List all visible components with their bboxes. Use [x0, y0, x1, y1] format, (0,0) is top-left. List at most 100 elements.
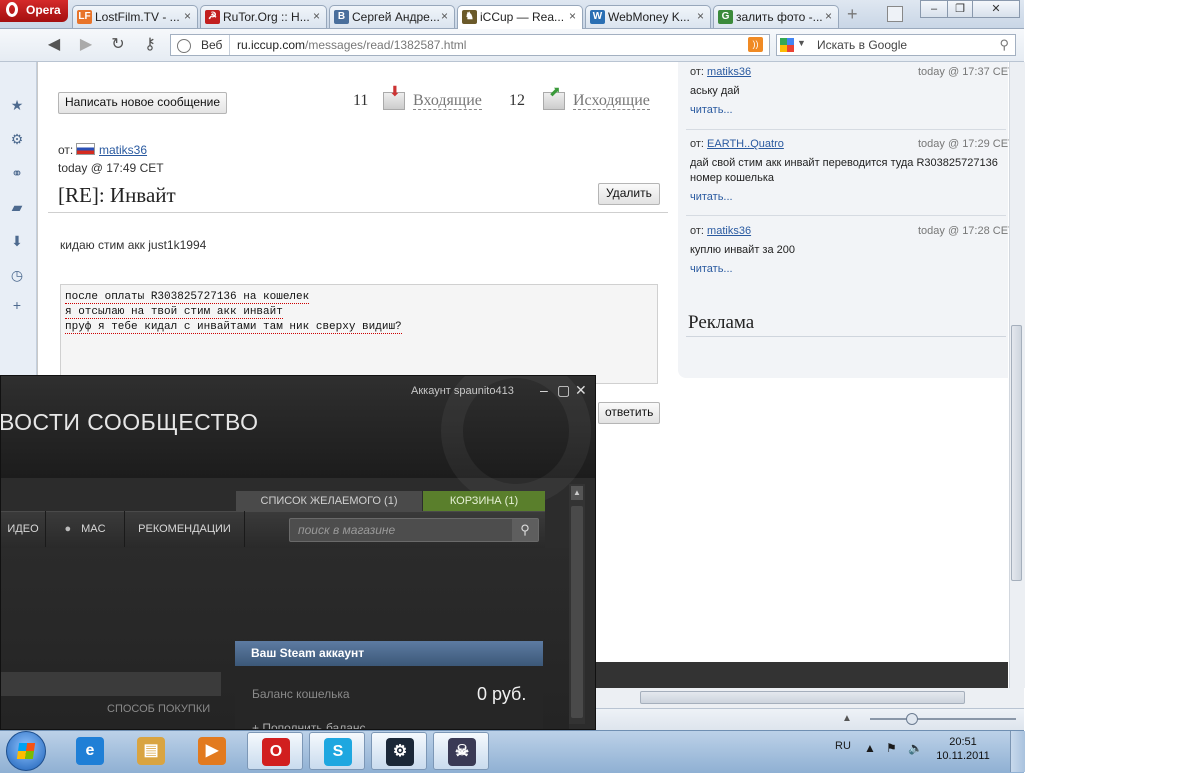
horizontal-scroll-thumb[interactable] — [640, 691, 965, 704]
browser-tab[interactable]: LF LostFilm.TV - ... × — [72, 5, 198, 28]
delete-button[interactable]: Удалить — [598, 183, 660, 205]
notes-icon[interactable]: ▰ — [9, 199, 25, 215]
browser-tab[interactable]: W WebMoney K... × — [585, 5, 711, 28]
tab-close-icon[interactable]: × — [569, 9, 576, 23]
outbox-link[interactable]: Исходящие — [573, 93, 650, 110]
steam-search-input[interactable]: поиск в магазине ⚲ — [289, 518, 539, 542]
taskbar-steam-button[interactable]: ⚙ — [371, 732, 427, 770]
new-tab-plus-icon[interactable]: + — [847, 5, 865, 24]
page-footer-strip — [596, 662, 1008, 688]
tab-close-icon[interactable]: × — [697, 9, 704, 23]
tab-close-icon[interactable]: × — [825, 9, 832, 23]
view-toggle-up-icon[interactable]: ▲ — [842, 713, 852, 724]
vertical-scroll-thumb[interactable] — [1011, 325, 1022, 581]
rss-feed-icon[interactable]: )) — [748, 37, 763, 52]
steam-main-nav[interactable]: ВОСТИ СООБЩЕСТВО — [1, 409, 259, 436]
browser-tab[interactable]: ♞ iCCup — Rea... × — [457, 5, 583, 29]
taskbar-internet-explorer-button[interactable]: e — [62, 732, 118, 770]
reload-icon[interactable]: ↻ — [108, 36, 128, 54]
new-message-button[interactable]: Написать новое сообщение — [58, 92, 228, 114]
address-bar[interactable]: Веб ru.iccup.com/messages/read/1382587.h… — [170, 34, 770, 56]
reply-button[interactable]: ответить — [598, 402, 661, 424]
zoom-slider-track[interactable] — [870, 718, 1016, 720]
add-panel-plus-icon[interactable]: + — [9, 297, 25, 313]
steam-wishlist-button[interactable]: СПИСОК ЖЕЛАЕМОГО (1) — [236, 491, 422, 511]
search-field[interactable]: ▼ Искать в Google ⚲ — [776, 34, 1016, 56]
steam-close-button[interactable]: ✕ — [575, 382, 587, 399]
thread-user-link[interactable]: matiks36 — [707, 225, 751, 237]
steam-scrollbar[interactable]: ▲ — [569, 484, 585, 724]
taskbar-opera-button[interactable]: O — [247, 732, 303, 770]
steam-icon: ⚙ — [386, 738, 414, 766]
steam-tab-mac[interactable]: ● MAC — [46, 511, 125, 547]
maximize-button[interactable]: ❐ — [947, 0, 973, 18]
tab-favicon-icon: ♞ — [462, 10, 477, 24]
browser-tab[interactable]: ☭ RuTor.Org :: Н... × — [200, 5, 327, 28]
tab-label: WebMoney K... — [608, 10, 690, 24]
steam-tab-recommendations[interactable]: РЕКОМЕНДАЦИИ — [125, 511, 245, 547]
inbox-link[interactable]: Входящие — [413, 93, 482, 110]
forward-arrow-icon[interactable]: ▶ — [76, 36, 96, 54]
taskbar-skype-button[interactable]: S — [309, 732, 365, 770]
google-icon[interactable] — [780, 38, 794, 52]
browser-tab[interactable]: Gзалить фото -... × — [713, 5, 839, 28]
search-engine-dropdown-icon[interactable]: ▼ — [797, 38, 806, 48]
steam-window: Аккаунт spaunito413 – ▢ ✕ ВОСТИ СООБЩЕСТ… — [0, 375, 596, 730]
tab-label: RuTor.Org :: Н... — [223, 10, 310, 24]
unite-share-icon[interactable]: ⚭ — [9, 165, 25, 181]
read-more-link[interactable]: читать... — [690, 263, 733, 275]
tab-close-icon[interactable]: × — [313, 9, 320, 23]
thread-user-link[interactable]: EARTH..Quatro — [707, 138, 784, 150]
quoted-message: после оплаты R303825727136 на кошелек я … — [60, 284, 658, 384]
tab-close-icon[interactable]: × — [441, 9, 448, 23]
back-arrow-icon[interactable]: ◀ — [44, 36, 64, 54]
steam-account-label[interactable]: Аккаунт spaunito413 — [411, 385, 514, 397]
steam-tab-video[interactable]: ИДЕО — [1, 511, 46, 547]
tab-favicon-icon: В — [334, 10, 349, 24]
inbox-icon[interactable]: ⬇ — [383, 83, 405, 110]
show-hidden-icons-arrow-icon[interactable]: ▲ — [864, 741, 876, 755]
taskbar-warcraft-button[interactable]: ☠ — [433, 732, 489, 770]
sender-link[interactable]: matiks36 — [99, 143, 147, 157]
steam-search-icon[interactable]: ⚲ — [512, 519, 538, 541]
bookmarks-star-icon[interactable]: ★ — [9, 97, 25, 113]
history-clock-icon[interactable]: ◷ — [9, 267, 25, 283]
language-indicator[interactable]: RU — [835, 740, 851, 752]
read-more-link[interactable]: читать... — [690, 104, 733, 116]
steam-scroll-thumb[interactable] — [571, 506, 583, 718]
system-clock[interactable]: 20:51 10.11.2011 — [928, 735, 998, 763]
settings-gear-icon[interactable]: ⚙ — [9, 131, 25, 147]
message-subject: [RE]: Инвайт — [58, 183, 176, 207]
search-icon[interactable]: ⚲ — [999, 37, 1009, 53]
steam-maximize-button[interactable]: ▢ — [557, 382, 570, 399]
key-icon[interactable]: ⚷ — [140, 36, 160, 54]
volume-icon[interactable]: 🔈 — [908, 741, 923, 755]
read-more-link[interactable]: читать... — [690, 191, 733, 203]
tab-label: LostFilm.TV - ... — [95, 10, 180, 24]
close-window-button[interactable]: ✕ — [972, 0, 1020, 18]
steam-cart-button[interactable]: КОРЗИНА (1) — [423, 491, 545, 511]
outbox-icon[interactable]: ⬈ — [543, 83, 565, 110]
taskbar-media-player-button[interactable]: ▶ — [184, 732, 240, 770]
taskbar-explorer-button[interactable]: ▤ — [123, 732, 179, 770]
russia-flag-icon — [76, 143, 95, 155]
steam-minimize-button[interactable]: – — [540, 382, 548, 398]
scroll-up-arrow-icon[interactable]: ▲ — [571, 486, 583, 500]
thread-user-link[interactable]: matiks36 — [707, 66, 751, 78]
browser-tab[interactable]: В Сергей Андре... × — [329, 5, 455, 28]
address-separator — [229, 35, 230, 55]
downloads-icon[interactable]: ⬇ — [9, 233, 25, 249]
show-desktop-button[interactable] — [1010, 731, 1025, 772]
steam-balance-value: 0 руб. — [477, 684, 527, 704]
minimize-button[interactable]: – — [920, 0, 948, 18]
steam-topup-link[interactable]: + Пополнить баланс — [252, 721, 366, 729]
zoom-slider-knob[interactable] — [906, 713, 918, 725]
opera-menu-button[interactable]: Opera — [0, 0, 68, 22]
start-button[interactable] — [6, 731, 46, 771]
address-url[interactable]: ru.iccup.com/messages/read/1382587.html — [237, 38, 466, 52]
tab-close-icon[interactable]: × — [184, 9, 191, 23]
thread-item-from: от: matiks36 — [690, 66, 751, 78]
closed-tabs-trash-icon[interactable] — [887, 6, 903, 22]
action-center-flag-icon[interactable]: ⚑ — [886, 741, 897, 755]
from-label: от: — [690, 66, 704, 78]
